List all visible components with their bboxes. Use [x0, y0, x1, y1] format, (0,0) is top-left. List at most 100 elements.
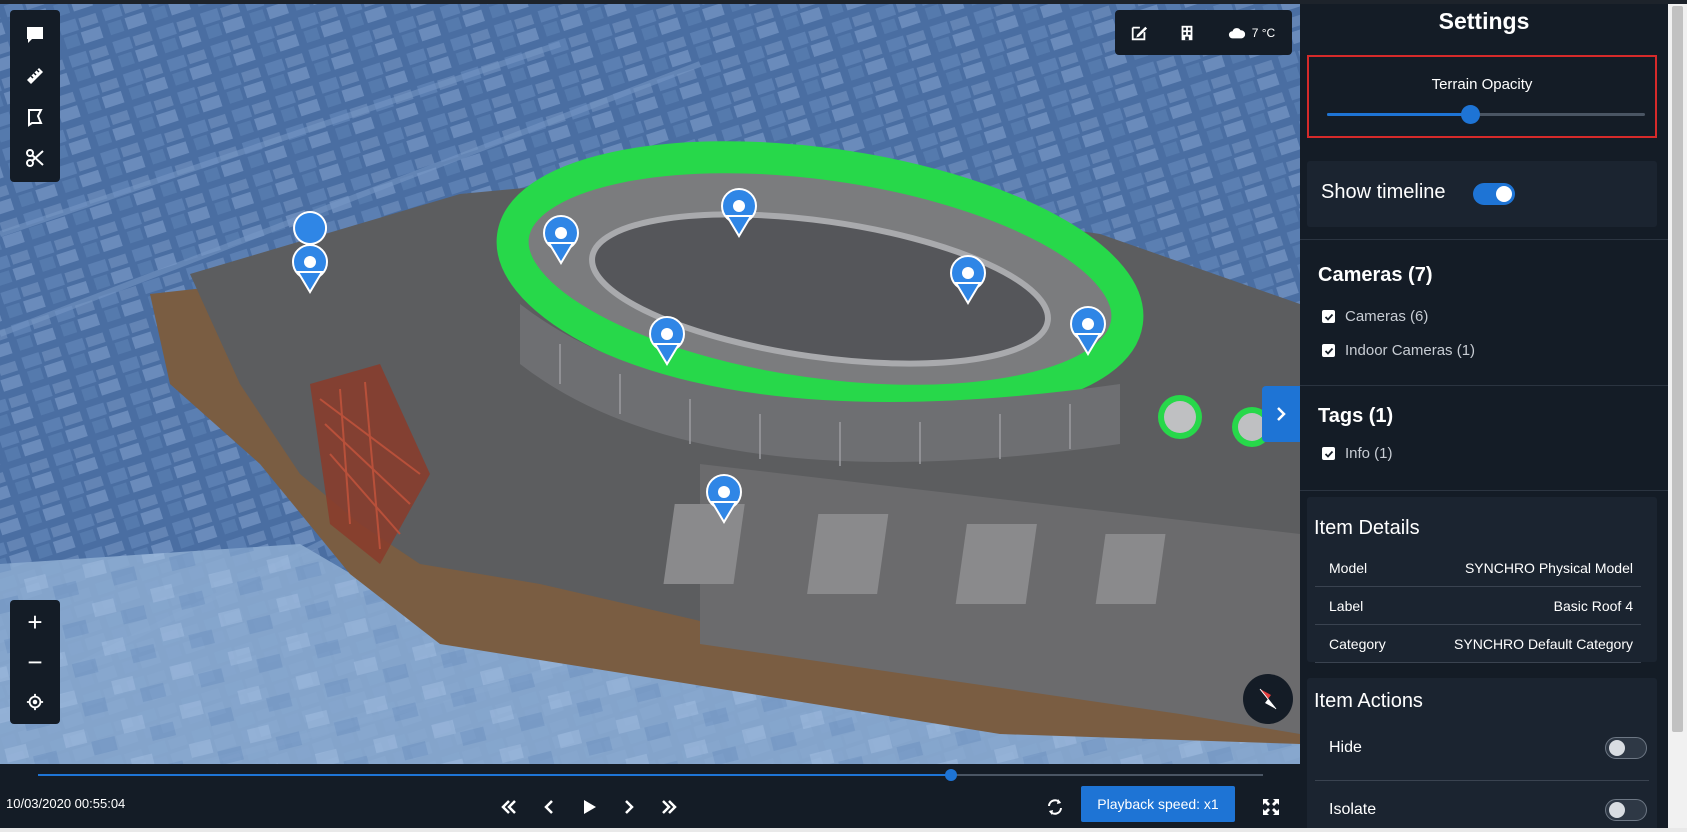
area-tool-button[interactable] [10, 96, 60, 137]
terrain-opacity-control: Terrain Opacity [1307, 55, 1657, 138]
building-icon [1181, 25, 1193, 40]
map-scene [0, 4, 1300, 764]
checkbox[interactable] [1322, 344, 1335, 357]
check-icon [1324, 450, 1333, 458]
chevron-right-icon [625, 800, 634, 814]
divider [1300, 490, 1668, 491]
detail-key: Label [1329, 597, 1364, 614]
item-actions-heading: Item Actions [1314, 690, 1423, 712]
double-chevron-left-icon [501, 800, 516, 814]
zoom-out-button[interactable]: − [10, 642, 60, 682]
item-actions-card: Item Actions Hide Isolate [1307, 678, 1657, 828]
building-button[interactable] [1163, 10, 1211, 55]
hide-toggle[interactable] [1605, 737, 1647, 759]
toggle-knob [1496, 186, 1512, 202]
check-icon [1324, 347, 1333, 355]
playback-speed-button[interactable]: Playback speed: x1 [1081, 786, 1235, 822]
toggle-knob [1609, 740, 1625, 756]
play-icon [584, 800, 596, 814]
tags-heading: Tags (1) [1318, 405, 1394, 427]
isolate-label: Isolate [1329, 801, 1377, 818]
timeline-datetime: 10/03/2020 00:55:04 [6, 796, 126, 811]
divider [1300, 385, 1668, 386]
tool-palette [10, 10, 60, 182]
detail-key: Category [1329, 635, 1386, 652]
chevron-right-icon [1277, 407, 1286, 421]
compass[interactable] [1243, 674, 1293, 724]
compass-needle-icon [1259, 688, 1277, 710]
detail-row-model: Model SYNCHRO Physical Model [1315, 549, 1641, 587]
skip-to-start-button[interactable] [492, 792, 526, 822]
expand-panel-button[interactable] [1262, 386, 1300, 442]
skip-to-end-button[interactable] [652, 792, 686, 822]
view-toolbar: 7 °C [1115, 10, 1292, 55]
scissors-icon [26, 148, 44, 167]
hide-action-row: Hide [1315, 720, 1649, 776]
terrain-opacity-label: Terrain Opacity [1431, 76, 1533, 93]
comment-icon [27, 26, 43, 43]
terrain-opacity-fill [1327, 113, 1471, 116]
fullscreen-icon [1263, 799, 1279, 815]
terrain-opacity-handle[interactable] [1461, 105, 1481, 124]
item-details-card: Item Details Model SYNCHRO Physical Mode… [1307, 497, 1657, 663]
repeat-icon [1048, 799, 1062, 815]
step-back-button[interactable] [532, 792, 566, 822]
toggle-knob [1609, 802, 1625, 818]
panel-title: Settings [1438, 8, 1530, 34]
chevron-left-icon [544, 800, 553, 814]
isolate-action-row: Isolate [1315, 782, 1649, 828]
show-timeline-card: Show timeline [1307, 161, 1657, 227]
timeline-scrubber[interactable] [944, 769, 957, 781]
divider [1300, 239, 1668, 240]
show-timeline-toggle[interactable] [1473, 183, 1515, 205]
playback-controls [492, 792, 686, 822]
item-details-heading: Item Details [1314, 517, 1420, 539]
map-3d-viewport[interactable]: 7 °C + − [0, 4, 1300, 764]
weather-button[interactable]: 7 °C [1211, 10, 1292, 55]
indoor-cameras-checkbox-row[interactable]: Indoor Cameras (1) [1322, 342, 1475, 359]
double-chevron-right-icon [662, 800, 677, 814]
scrollbar-thumb[interactable] [1672, 6, 1683, 732]
temperature-label: 7 °C [1251, 25, 1276, 40]
detail-value: SYNCHRO Physical Model [1464, 559, 1633, 576]
crosshair-icon [26, 693, 44, 711]
zoom-controls: + − [10, 600, 60, 724]
checkbox-label: Indoor Cameras (1) [1345, 342, 1476, 359]
timeline-progress [38, 774, 951, 776]
detail-row-category: Category SYNCHRO Default Category [1315, 625, 1641, 663]
timeline-bar: 10/03/2020 00:55:04 Playback speed: x1 [0, 764, 1300, 828]
comment-tool-button[interactable] [10, 14, 60, 55]
cameras-heading: Cameras (7) [1318, 264, 1433, 286]
fullscreen-button[interactable] [1256, 792, 1286, 822]
isolate-toggle[interactable] [1605, 799, 1647, 821]
detail-row-label: Label Basic Roof 4 [1315, 587, 1641, 625]
checkbox-label: Cameras (6) [1345, 308, 1429, 325]
timeline-track[interactable] [38, 769, 1263, 781]
repeat-button[interactable] [1040, 792, 1070, 822]
locate-button[interactable] [10, 682, 60, 722]
terrain-opacity-slider[interactable] [1327, 105, 1645, 124]
cloud-icon [1228, 27, 1245, 38]
checkbox[interactable] [1322, 310, 1335, 323]
section-tool-button[interactable] [10, 137, 60, 178]
info-tags-checkbox-row[interactable]: Info (1) [1322, 445, 1393, 462]
check-icon [1324, 313, 1333, 321]
checkbox-label: Info (1) [1345, 445, 1393, 462]
panel-scrollbar[interactable] [1668, 4, 1687, 828]
hide-label: Hide [1329, 739, 1362, 756]
play-button[interactable] [572, 792, 606, 822]
detail-value: SYNCHRO Default Category [1454, 635, 1633, 652]
divider [1315, 780, 1649, 781]
step-forward-button[interactable] [612, 792, 646, 822]
edit-button[interactable] [1115, 10, 1163, 55]
zoom-in-button[interactable]: + [10, 602, 60, 642]
detail-value: Basic Roof 4 [1553, 597, 1633, 614]
settings-panel: Settings Terrain Opacity Show timeline C… [1300, 4, 1668, 828]
flag-icon [28, 108, 43, 127]
edit-icon [1131, 26, 1148, 40]
cameras-checkbox-row[interactable]: Cameras (6) [1322, 308, 1428, 325]
measure-tool-button[interactable] [10, 55, 60, 96]
checkbox[interactable] [1322, 447, 1335, 460]
detail-key: Model [1329, 559, 1368, 576]
show-timeline-label: Show timeline [1321, 181, 1446, 203]
